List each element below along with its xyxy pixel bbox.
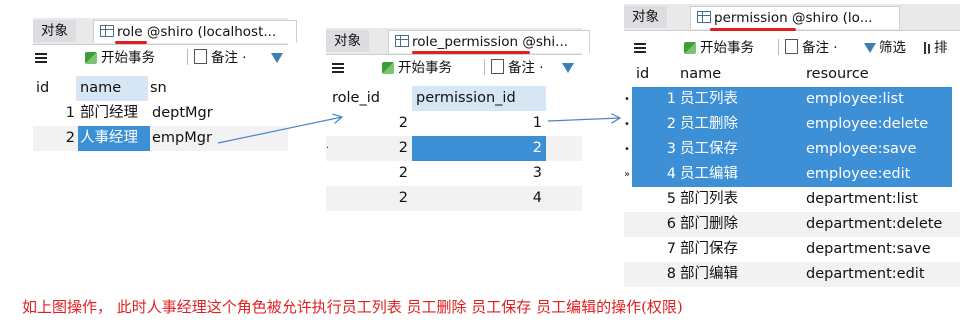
arrow-role-permission-to-permission [547, 118, 620, 121]
connector-arrows [217, 0, 965, 144]
annotation-caption: 如上图操作， 此时人事经理这个角色被允许执行员工列表 员工删除 员工保存 员工编… [22, 298, 683, 316]
arrow-role-to-role-permission [217, 117, 342, 144]
